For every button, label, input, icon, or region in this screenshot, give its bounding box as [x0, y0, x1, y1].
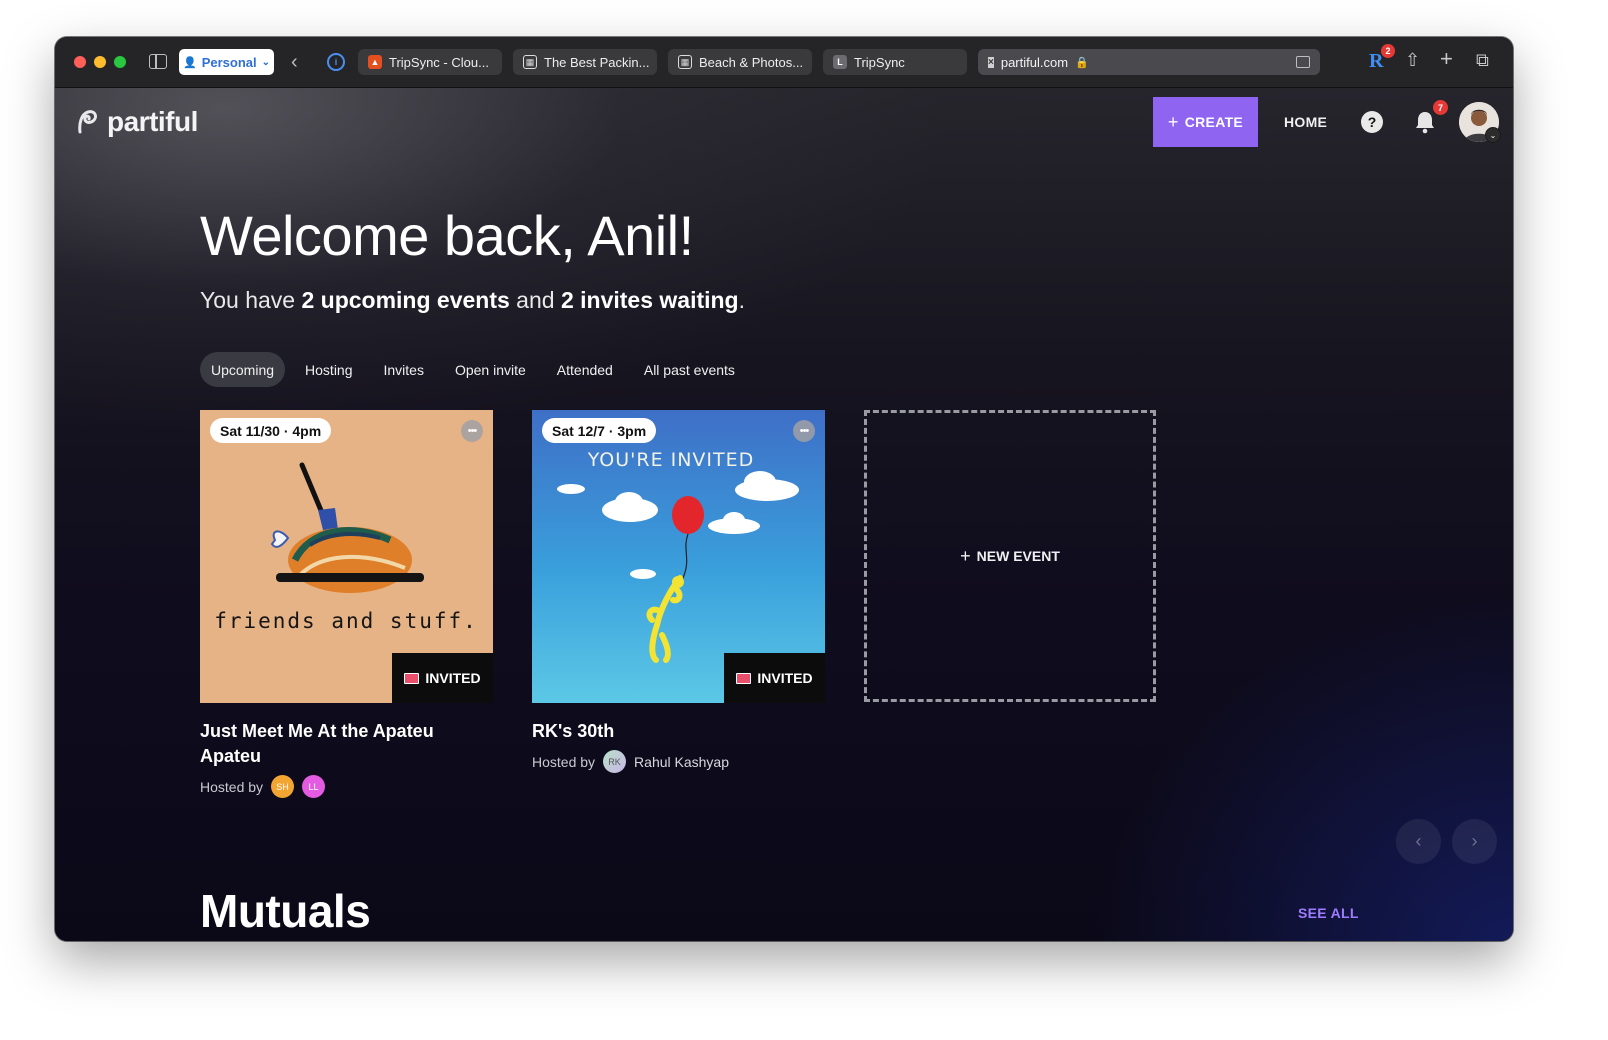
tab-open-invite[interactable]: Open invite — [444, 352, 537, 387]
status-badge: INVITED — [724, 653, 825, 703]
fire-favicon-icon: ▲ — [368, 55, 382, 69]
summary-text: and — [509, 287, 561, 313]
event-card[interactable]: YOU'RE INVITED Sat 12/7 · 3pm ••• INVITE… — [532, 410, 825, 773]
status-label: INVITED — [757, 670, 813, 686]
summary-text: You have — [200, 287, 302, 313]
see-all-link[interactable]: SEE ALL — [1298, 905, 1359, 921]
new-event-label: NEW EVENT — [976, 548, 1060, 564]
letter-favicon-icon: L — [833, 55, 847, 69]
mutuals-heading: Mutuals — [200, 885, 371, 937]
close-window-button[interactable] — [74, 56, 86, 68]
partiful-logo[interactable]: partiful — [75, 106, 198, 138]
profile-switcher[interactable]: 👤 Personal ⌄ — [179, 49, 274, 75]
create-button[interactable]: + CREATE — [1153, 97, 1258, 147]
sidebar-toggle-icon[interactable] — [149, 54, 167, 69]
carousel-next-button[interactable]: › — [1452, 819, 1497, 864]
browser-tab[interactable]: ▦ Beach & Photos... — [668, 49, 812, 75]
tab-invites[interactable]: Invites — [373, 352, 435, 387]
upcoming-count: 2 upcoming events — [301, 287, 510, 313]
event-hosts: Hosted by RK Rahul Kashyap — [532, 750, 825, 773]
lock-icon: 🔒 — [1075, 56, 1089, 69]
chevron-right-icon: › — [1471, 831, 1478, 851]
tab-attended[interactable]: Attended — [546, 352, 624, 387]
tab-hosting[interactable]: Hosting — [294, 352, 363, 387]
event-hosts: Hosted by SH LL — [200, 775, 493, 798]
tab-overview-icon[interactable]: ⧉ — [1476, 50, 1489, 71]
more-options-icon[interactable]: ••• — [461, 420, 483, 442]
card-favicon-icon: ▦ — [523, 55, 537, 69]
browser-window: 👤 Personal ⌄ ‹ i ▲ TripSync - Clou... ▦ … — [55, 37, 1513, 941]
hosted-by-label: Hosted by — [532, 753, 596, 770]
tab-upcoming[interactable]: Upcoming — [200, 352, 286, 387]
share-icon[interactable]: ⇧ — [1405, 50, 1420, 71]
event-date-pill: Sat 12/7 · 3pm — [542, 418, 657, 443]
new-tab-icon[interactable]: + — [1440, 46, 1453, 72]
host-avatar[interactable]: SH — [271, 775, 295, 798]
new-event-button[interactable]: + NEW EVENT — [864, 410, 1156, 702]
summary-text: . — [738, 287, 745, 313]
welcome-summary: You have 2 upcoming events and 2 invites… — [200, 287, 745, 314]
chevron-down-icon: ⌄ — [261, 56, 270, 68]
cover-text: friends and stuff. — [214, 609, 478, 633]
logo-text: partiful — [107, 106, 198, 137]
window-controls — [74, 56, 126, 68]
event-title[interactable]: Just Meet Me At the Apateu Apateu — [200, 719, 493, 769]
tab-label: TripSync - Clou... — [389, 54, 489, 70]
browser-tab[interactable]: L TripSync — [823, 49, 967, 75]
status-label: INVITED — [425, 670, 481, 686]
tab-all-past-events[interactable]: All past events — [633, 352, 746, 387]
partiful-page: partiful + CREATE HOME ? 7 ⌄ Welcome bac… — [55, 88, 1513, 941]
browser-tab[interactable]: ▦ The Best Packin... — [513, 49, 657, 75]
card-favicon-icon: ▦ — [678, 55, 692, 69]
minimize-window-button[interactable] — [94, 56, 106, 68]
envelope-icon — [404, 672, 420, 684]
status-badge: INVITED — [392, 653, 493, 703]
back-arrow-icon[interactable]: ‹ — [291, 49, 298, 75]
tab-label: Beach & Photos... — [699, 54, 804, 70]
home-link[interactable]: HOME — [1284, 114, 1327, 130]
event-date-pill: Sat 11/30 · 4pm — [210, 418, 332, 443]
host-avatar[interactable]: RK — [603, 750, 627, 773]
help-icon[interactable]: ? — [1361, 111, 1383, 133]
host-name[interactable]: Rahul Kashyap — [634, 754, 729, 770]
profile-label: Personal — [201, 54, 257, 70]
event-cover-image[interactable]: friends and stuff. Sat 11/30 · 4pm ••• I… — [200, 410, 493, 703]
bell-icon[interactable] — [1414, 110, 1436, 134]
plus-icon: + — [1167, 111, 1179, 132]
create-label: CREATE — [1184, 114, 1244, 130]
browser-tab[interactable]: ▲ TripSync - Clou... — [358, 49, 502, 75]
reader-mode-icon[interactable] — [1296, 56, 1310, 68]
event-title[interactable]: RK's 30th — [532, 719, 825, 744]
tab-label: The Best Packin... — [544, 54, 650, 70]
tab-label: TripSync — [854, 54, 905, 70]
host-avatar[interactable]: LL — [302, 775, 326, 798]
password-manager-icon[interactable]: i — [327, 53, 345, 71]
event-card[interactable]: friends and stuff. Sat 11/30 · 4pm ••• I… — [200, 410, 493, 798]
cover-text: YOU'RE INVITED — [587, 449, 755, 471]
chevron-down-icon[interactable]: ⌄ — [1485, 127, 1501, 143]
maximize-window-button[interactable] — [114, 56, 126, 68]
more-options-icon[interactable]: ••• — [793, 420, 815, 442]
welcome-heading: Welcome back, Anil! — [200, 204, 694, 267]
person-icon: 👤 — [182, 56, 197, 69]
browser-toolbar: 👤 Personal ⌄ ‹ i ▲ TripSync - Clou... ▦ … — [55, 37, 1513, 88]
extension-badge: 2 — [1381, 44, 1395, 58]
event-cover-image[interactable]: YOU'RE INVITED Sat 12/7 · 3pm ••• INVITE… — [532, 410, 825, 703]
notification-badge: 7 — [1433, 100, 1448, 115]
partiful-logo-icon — [78, 110, 97, 134]
address-bar[interactable]: × partiful.com 🔒 — [978, 49, 1320, 75]
carousel-prev-button[interactable]: ‹ — [1396, 819, 1441, 864]
site-favicon-icon: × — [988, 56, 994, 68]
event-filter-tabs: Upcoming Hosting Invites Open invite Att… — [200, 352, 755, 387]
invites-count: 2 invites waiting — [560, 287, 739, 313]
url-text: partiful.com — [1000, 54, 1069, 70]
envelope-icon — [736, 672, 752, 684]
chevron-left-icon: ‹ — [1415, 831, 1422, 851]
plus-icon: + — [960, 545, 971, 566]
hosted-by-label: Hosted by — [200, 778, 264, 795]
